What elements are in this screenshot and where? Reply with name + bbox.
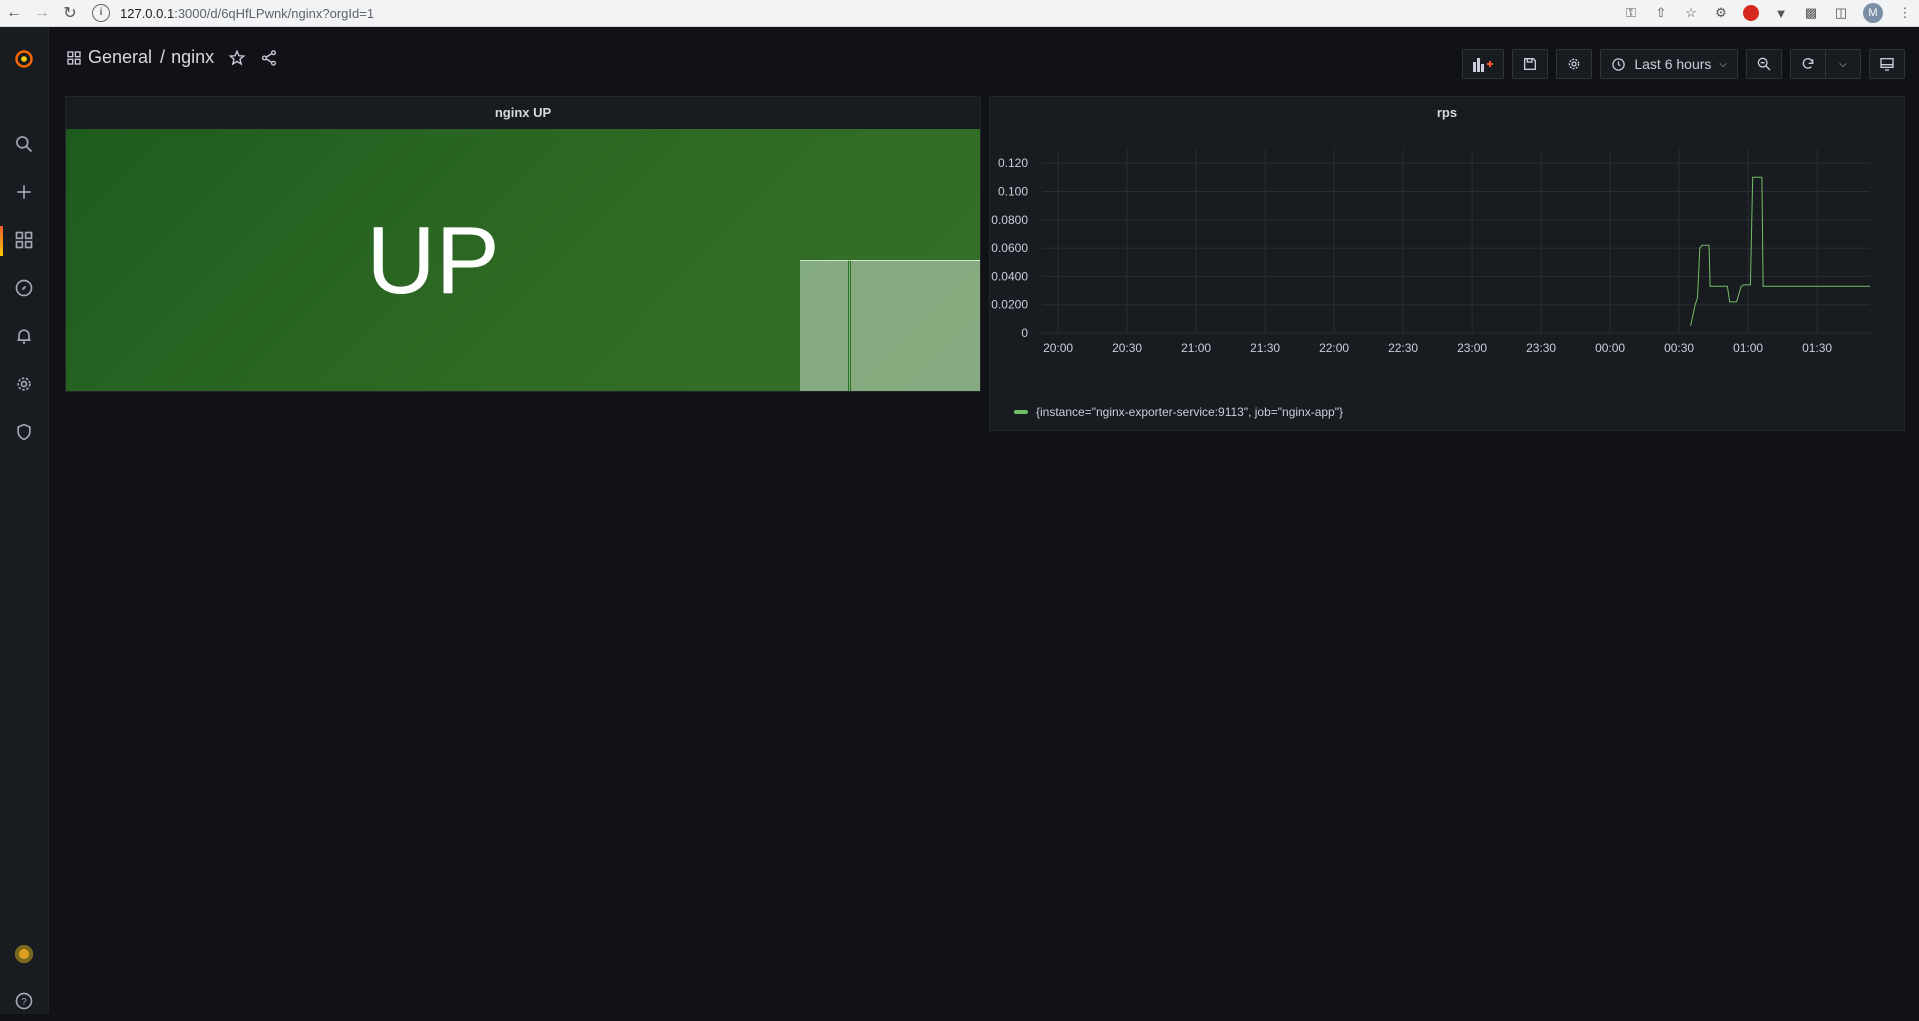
url-path: :3000/d/6qHfLPwnk/nginx?orgId=1 <box>174 5 375 21</box>
legend-color-swatch <box>1014 410 1028 414</box>
save-icon <box>1524 58 1537 70</box>
grafana-logo-icon[interactable] <box>0 39 48 79</box>
y-tick-label: 0.0400 <box>991 269 1028 283</box>
dashboard-settings-button[interactable] <box>1556 49 1593 79</box>
tv-mode-button[interactable] <box>1869 49 1905 79</box>
server-admin-shield-icon[interactable] <box>0 412 48 452</box>
x-tick-label: 23:30 <box>1526 341 1556 355</box>
side-menu: ? <box>0 27 49 1014</box>
x-tick-label: 21:30 <box>1250 341 1280 355</box>
forward-icon[interactable]: → <box>28 0 56 26</box>
breadcrumb-folder[interactable]: General <box>88 47 152 68</box>
add-panel-button[interactable] <box>1462 49 1505 79</box>
address-bar[interactable]: i 127.0.0.1:3000/d/6qHfLPwnk/nginx?orgId… <box>92 2 1572 24</box>
dashboards-icon[interactable] <box>0 220 48 260</box>
chart-legend[interactable]: {instance="nginx-exporter-service:9113",… <box>1014 405 1343 419</box>
series-line <box>1690 176 1870 327</box>
explore-compass-icon[interactable] <box>0 268 48 308</box>
x-tick-label: 22:30 <box>1388 341 1418 355</box>
svg-text:?: ? <box>21 997 27 1008</box>
y-tick-label: 0.0600 <box>991 241 1028 255</box>
x-tick-label: 00:00 <box>1595 341 1625 355</box>
star-icon[interactable] <box>228 49 246 67</box>
zoom-out-icon <box>1757 57 1771 71</box>
refresh-icon <box>1802 58 1814 69</box>
stat-value: UP <box>366 207 500 314</box>
x-tick-label: 20:00 <box>1043 341 1073 355</box>
alerting-bell-icon[interactable] <box>0 316 48 356</box>
stat-sparkline <box>800 260 980 391</box>
dashboard-toolbar: Last 6 hours ⌵ ⌵ <box>1462 49 1905 79</box>
x-tick-label: 20:30 <box>1112 341 1142 355</box>
y-tick-label: 0.120 <box>998 156 1028 170</box>
chevron-down-icon: ⌵ <box>1719 58 1727 70</box>
url-host: 127.0.0.1 <box>120 5 175 21</box>
monitor-icon <box>1880 58 1894 71</box>
key-icon[interactable]: ⚿ <box>1623 5 1639 21</box>
browser-menu-icon[interactable]: ⋮ <box>1897 5 1913 21</box>
x-tick-label: 00:30 <box>1664 341 1694 355</box>
reload-icon[interactable]: ↻ <box>56 0 84 26</box>
extension-v-icon[interactable]: ▼ <box>1773 5 1789 21</box>
rps-chart[interactable]: 0 0.0200 0.0400 0.0600 0.0800 0.100 0.120 20:00… <box>990 129 1904 429</box>
share-icon[interactable] <box>260 49 278 67</box>
browser-toolbar: ← → ↻ i 127.0.0.1:3000/d/6qHfLPwnk/nginx… <box>0 0 1919 27</box>
add-panel-icon <box>1473 58 1494 72</box>
back-icon[interactable]: ← <box>0 0 28 26</box>
panel-title[interactable]: nginx UP <box>66 97 980 129</box>
configuration-gear-icon[interactable] <box>0 364 48 404</box>
panel-title[interactable]: rps <box>990 97 1904 129</box>
graph-panel[interactable]: rps 0 0.0200 0.0400 0.0600 0.0800 0.100 0.120 2… <box>989 96 1905 431</box>
x-tick-label: 01:00 <box>1733 341 1763 355</box>
clock-icon <box>1612 57 1626 71</box>
info-icon[interactable]: i <box>92 4 110 22</box>
time-range-picker[interactable]: Last 6 hours ⌵ <box>1600 49 1738 79</box>
breadcrumb-separator: / <box>160 47 166 67</box>
y-tick-label: 0.100 <box>998 184 1028 198</box>
zoom-out-button[interactable] <box>1746 49 1782 79</box>
x-tick-label: 23:00 <box>1457 341 1487 355</box>
extension-red-icon[interactable] <box>1743 5 1759 21</box>
gear-icon <box>1569 58 1580 70</box>
chevron-down-icon: ⌵ <box>1839 58 1847 70</box>
time-range-label: Last 6 hours <box>1634 56 1712 72</box>
y-tick-label: 0.0200 <box>991 298 1028 312</box>
refresh-picker: ⌵ <box>1790 49 1861 79</box>
bookmark-star-icon[interactable]: ☆ <box>1683 5 1699 21</box>
x-tick-label: 21:00 <box>1181 341 1211 355</box>
y-tick-label: 0.0800 <box>991 213 1028 227</box>
stat-background: UP <box>66 129 980 391</box>
share-page-icon[interactable]: ⇧ <box>1653 5 1669 21</box>
x-tick-label: 22:00 <box>1319 341 1349 355</box>
plus-icon[interactable] <box>0 172 48 212</box>
dashboard-navbar: General / nginx Last 6 hours ⌵ ⌵ <box>48 27 1919 89</box>
search-icon[interactable] <box>0 124 48 164</box>
y-tick-label: 0 <box>1021 326 1028 340</box>
dashboard-grid-icon <box>67 50 81 65</box>
legend-label[interactable]: {instance="nginx-exporter-service:9113",… <box>1036 405 1343 419</box>
puzzle-icon[interactable]: ▩ <box>1803 5 1819 21</box>
dashboard-title[interactable]: nginx <box>171 47 214 68</box>
extension-gear-icon[interactable]: ⚙ <box>1713 5 1729 21</box>
user-avatar[interactable] <box>0 934 48 974</box>
breadcrumb: General / nginx <box>66 47 278 68</box>
sidepanel-icon[interactable]: ◫ <box>1833 5 1849 21</box>
refresh-interval-dropdown[interactable]: ⌵ <box>1825 50 1860 78</box>
save-dashboard-button[interactable] <box>1512 49 1549 79</box>
help-icon[interactable]: ? <box>0 981 48 1021</box>
refresh-button[interactable] <box>1791 50 1825 78</box>
profile-avatar[interactable]: M <box>1863 3 1883 23</box>
stat-panel[interactable]: nginx UP UP <box>65 96 981 392</box>
x-tick-label: 01:30 <box>1802 341 1832 355</box>
